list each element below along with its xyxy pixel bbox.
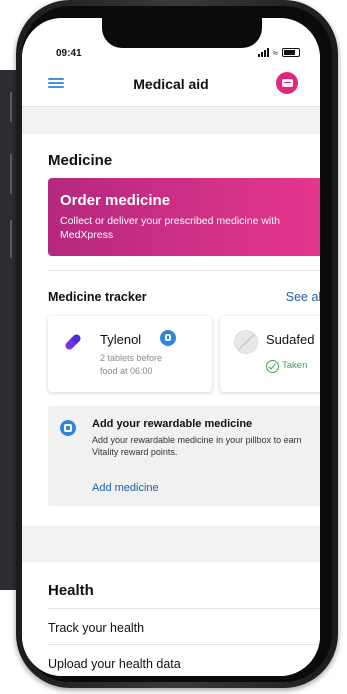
- check-circle-icon: [266, 360, 279, 373]
- rewardable-medicine-card: Add your rewardable medicine Add your re…: [48, 406, 320, 506]
- notch: [102, 18, 262, 48]
- tracker-card-tylenol[interactable]: Tylenol 2 tablets before food at 06:00: [48, 316, 212, 392]
- divider: [48, 270, 320, 271]
- row-label: Track your health: [48, 621, 145, 635]
- background-mark: [10, 220, 12, 258]
- chat-icon: [281, 79, 293, 87]
- see-all-link[interactable]: See all: [286, 290, 320, 304]
- vitality-badge-icon: [60, 420, 76, 436]
- app-header: Medical aid: [22, 62, 320, 107]
- tracker-card-sudafed[interactable]: Sudafed Taken: [220, 316, 320, 392]
- pill-icon: [63, 332, 83, 352]
- reward-description: Add your rewardable medicine in your pil…: [92, 435, 302, 457]
- battery-icon: [282, 48, 300, 57]
- medicine-tracker-title: Medicine tracker: [48, 290, 147, 304]
- add-medicine-link[interactable]: Add medicine: [92, 482, 159, 494]
- wifi-icon: ≈: [273, 48, 278, 58]
- dosage-detail: 2 tablets before food at 06:00: [100, 353, 163, 376]
- chat-button[interactable]: [276, 72, 298, 94]
- order-medicine-title: Order medicine: [60, 192, 171, 209]
- background-mark: [10, 92, 12, 122]
- signal-icon: [258, 48, 270, 57]
- status-bar: 09:41 ≈: [22, 18, 320, 62]
- track-health-row[interactable]: Track your health ›: [48, 608, 320, 645]
- row-label: Upload your health data: [48, 657, 181, 671]
- vitality-badge-icon: [160, 330, 176, 346]
- status-time: 09:41: [56, 48, 82, 59]
- status-icons: ≈: [258, 48, 300, 58]
- medicine-section-title: Medicine: [48, 152, 113, 169]
- health-section-title: Health: [48, 582, 94, 599]
- phone-screen: 09:41 ≈ Medical aid Medicine Order medic…: [22, 18, 320, 676]
- order-medicine-card[interactable]: Order medicine Collect or deliver your p…: [48, 178, 320, 256]
- medicine-name: Tylenol: [100, 332, 142, 347]
- medicine-name: Sudafed: [266, 332, 315, 347]
- reward-title: Add your rewardable medicine: [92, 418, 253, 430]
- order-medicine-description: Collect or deliver your prescribed medic…: [60, 215, 281, 241]
- no-image-pill-icon: [234, 330, 258, 354]
- background-mark: [10, 154, 12, 194]
- upload-health-data-row[interactable]: Upload your health data ›: [48, 644, 320, 676]
- taken-status: Taken: [282, 360, 308, 371]
